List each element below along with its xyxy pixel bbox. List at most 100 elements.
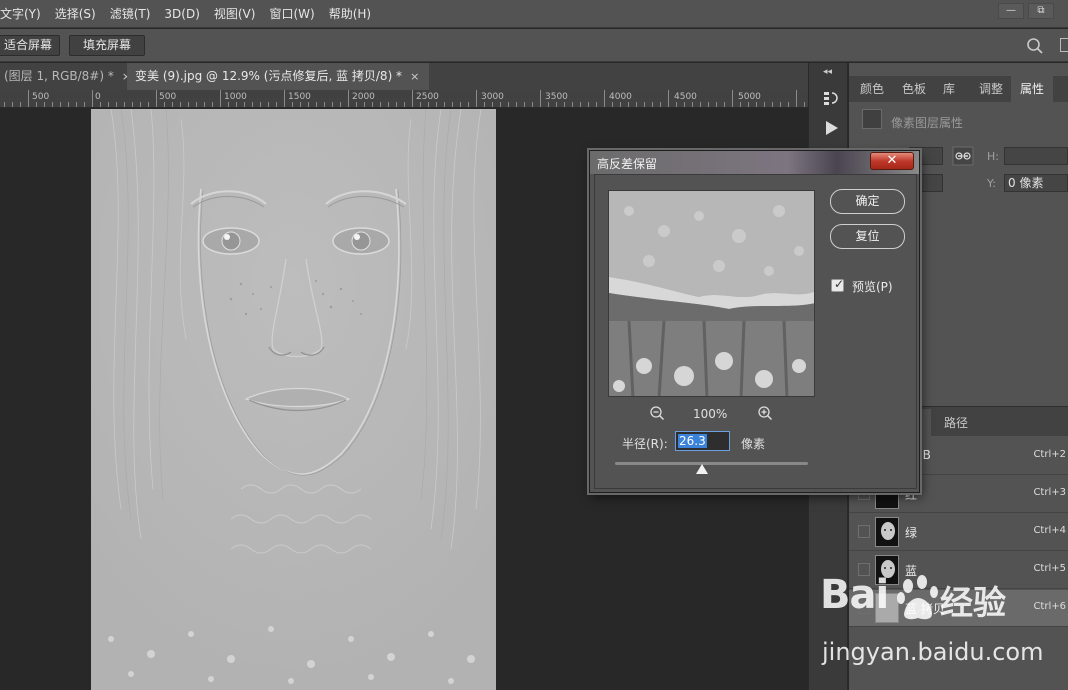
ruler-tick [204, 102, 205, 107]
workspace-icon[interactable] [1060, 38, 1068, 52]
ruler-tick [20, 102, 21, 107]
ruler-tick [740, 102, 741, 107]
ruler-label: 3500 [545, 92, 568, 102]
close-icon[interactable]: × [410, 70, 419, 83]
ruler-tick [428, 102, 429, 107]
ruler-tick [244, 102, 245, 107]
ruler-tick [668, 90, 669, 107]
reset-button[interactable]: 复位 [830, 224, 905, 249]
tab-adjustments[interactable]: 调整 [970, 76, 1012, 102]
height-field[interactable] [1004, 147, 1068, 165]
channel-row[interactable]: 绿 Ctrl+4 [849, 514, 1068, 551]
ruler-tick [596, 102, 597, 107]
ruler-tick [636, 102, 637, 107]
ruler-tick [444, 102, 445, 107]
ruler-tick [132, 102, 133, 107]
ruler-label: 500 [159, 92, 177, 102]
baidu-url: jingyan.baidu.com [822, 638, 1044, 666]
tab-libraries[interactable]: 库 [934, 76, 964, 102]
tab-color[interactable]: 颜色 [851, 76, 893, 102]
ok-button[interactable]: 确定 [830, 189, 905, 214]
ruler-tick [388, 102, 389, 107]
tab-properties[interactable]: 属性 [1011, 76, 1054, 102]
ruler-tick [764, 102, 765, 107]
ruler-tick [124, 102, 125, 107]
ruler-tick [364, 102, 365, 107]
tab-swatches[interactable]: 色板 [893, 76, 935, 102]
ruler-tick [276, 102, 277, 107]
ruler-label: 3000 [481, 92, 504, 102]
menu-filter[interactable]: 滤镜(T) [103, 0, 158, 28]
menu-select[interactable]: 选择(S) [48, 0, 103, 28]
ruler-tick [508, 102, 509, 107]
ruler-tick [556, 102, 557, 107]
restore-button[interactable]: ⧉ [1028, 3, 1054, 19]
paw-icon [897, 575, 938, 620]
document-image[interactable] [91, 109, 496, 690]
ruler-tick [116, 102, 117, 107]
tab-label: 变美 (9).jpg @ 12.9% (污点修复后, 蓝 拷贝/8) * [135, 69, 403, 83]
collapse-icon[interactable]: ◂◂ [823, 67, 832, 77]
window-controls: — ⧉ [998, 3, 1054, 19]
radius-unit: 像素 [741, 437, 766, 451]
menu-3d[interactable]: 3D(D) [157, 0, 206, 28]
link-icon[interactable] [952, 146, 974, 166]
pixel-layer-icon [862, 109, 882, 129]
ruler-tick [516, 102, 517, 107]
ruler-tick [420, 102, 421, 107]
ruler-label: 2000 [352, 92, 375, 102]
radius-input[interactable]: 26.3 [675, 431, 730, 451]
panel-tabs: 颜色 色板 库 调整 属性 [849, 76, 1068, 102]
document-tabs: (图层 1, RGB/8#) *× 变美 (9).jpg @ 12.9% (污点… [0, 63, 808, 90]
dialog-titlebar[interactable]: 高反差保留 ✕ [590, 151, 919, 174]
preview-label: 预览(P) [852, 280, 893, 294]
filter-preview[interactable] [608, 190, 815, 397]
ruler-tick [292, 102, 293, 107]
ruler-tick [708, 102, 709, 107]
tab-document-2[interactable]: 变美 (9).jpg @ 12.9% (污点修复后, 蓝 拷贝/8) * × [127, 63, 430, 90]
ruler-tick [196, 102, 197, 107]
ruler-tick [404, 102, 405, 107]
close-button[interactable]: ✕ [870, 152, 914, 170]
zoom-in-icon[interactable] [757, 405, 773, 421]
ruler-tick [164, 102, 165, 107]
menu-type[interactable]: 文字(Y) [0, 0, 48, 28]
ruler-tick [468, 102, 469, 107]
radius-slider[interactable] [615, 462, 808, 465]
ruler-tick [228, 102, 229, 107]
ruler-tick [4, 102, 5, 107]
fill-screen-button[interactable]: 填充屏幕 [69, 35, 145, 56]
ruler-tick [788, 102, 789, 107]
tab-document-1[interactable]: (图层 1, RGB/8#) *× [0, 63, 141, 90]
minimize-button[interactable]: — [998, 3, 1024, 19]
radius-slider-thumb[interactable] [695, 464, 708, 474]
ruler-tick [396, 102, 397, 107]
ruler-tick [340, 102, 341, 107]
ruler-tick [180, 102, 181, 107]
ruler-tick [156, 90, 157, 107]
ruler-tick [716, 102, 717, 107]
channel-shortcut: Ctrl+2 [1033, 449, 1066, 460]
zoom-out-icon[interactable] [649, 405, 665, 421]
y-field[interactable]: 0 像素 [1004, 174, 1068, 192]
ruler-tick [236, 102, 237, 107]
menu-view[interactable]: 视图(V) [207, 0, 263, 28]
fit-screen-button[interactable]: 适合屏幕 [0, 35, 60, 56]
ruler-label: 4500 [674, 92, 697, 102]
search-icon[interactable] [1026, 37, 1044, 55]
ruler-tick [628, 102, 629, 107]
zoom-level: 100% [693, 407, 728, 421]
tab-paths[interactable]: 路径 [935, 409, 977, 437]
preview-image [609, 191, 814, 396]
preview-checkbox[interactable]: ✓ [831, 277, 844, 292]
ruler-tick [588, 102, 589, 107]
play-icon[interactable] [822, 119, 840, 137]
menu-help[interactable]: 帮助(H) [322, 0, 378, 28]
ruler-tick [308, 102, 309, 107]
dialog-title: 高反差保留 [597, 157, 658, 171]
visibility-icon[interactable] [858, 525, 870, 538]
menu-window[interactable]: 窗口(W) [262, 0, 321, 28]
history-icon[interactable] [822, 89, 840, 107]
ruler-tick [268, 102, 269, 107]
ruler-tick [140, 102, 141, 107]
